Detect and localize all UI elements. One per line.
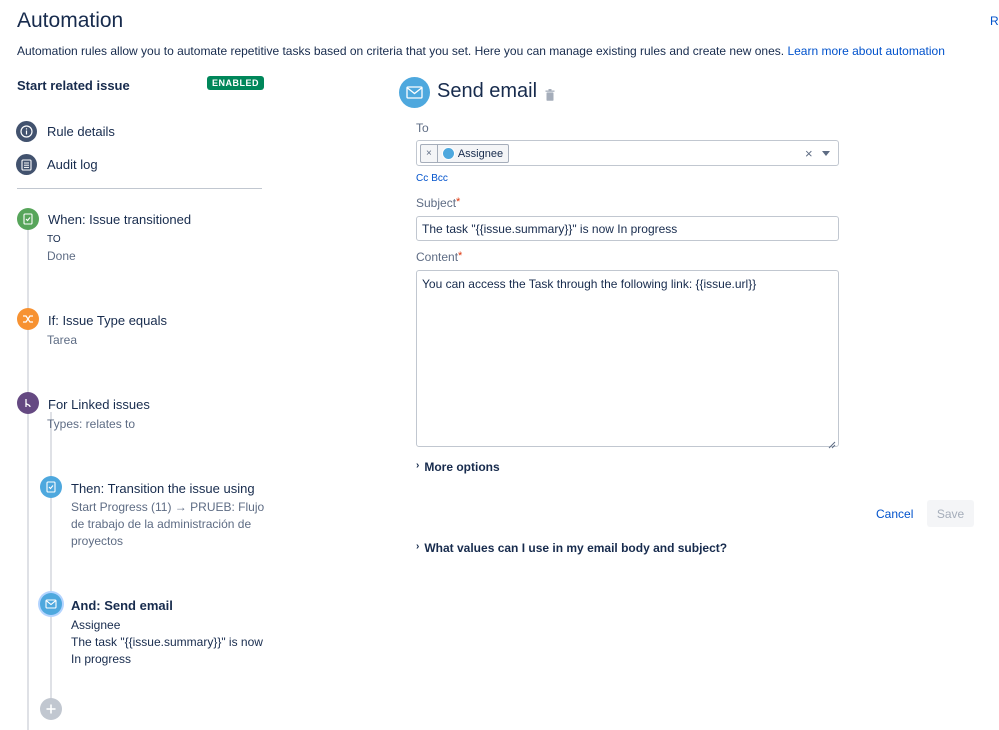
email-icon[interactable] — [40, 593, 62, 615]
values-help-label: What values can I use in my email body a… — [424, 541, 728, 555]
rule-details-link[interactable]: Rule details — [16, 121, 115, 142]
audit-log-label: Audit log — [47, 157, 98, 172]
transition-icon[interactable] — [40, 476, 62, 498]
trash-icon[interactable] — [545, 88, 555, 106]
required-mark: * — [456, 196, 461, 208]
cc-bcc-links: Cc Bcc — [416, 173, 451, 184]
recipient-field[interactable]: × Assignee × — [416, 140, 839, 166]
list-icon — [16, 154, 37, 175]
audit-log-link[interactable]: Audit log — [16, 154, 98, 175]
header-link[interactable]: R — [990, 14, 999, 28]
step-trigger-title[interactable]: When: Issue transitioned — [48, 212, 191, 227]
step-email-detail: Assignee The task "{{issue.summary}}" is… — [71, 617, 263, 668]
required-mark: * — [458, 250, 463, 262]
step-branch-title[interactable]: For Linked issues — [48, 397, 150, 412]
save-button[interactable]: Save — [927, 500, 974, 527]
clear-icon[interactable]: × — [805, 146, 813, 161]
page-title: Automation — [17, 9, 124, 32]
step-transition-line: Start Progress (11) → PRUEB: Flujo — [71, 500, 265, 514]
subject-input[interactable] — [416, 216, 839, 241]
subject-label-text: Subject — [416, 196, 457, 210]
step-trigger-label: TO — [47, 234, 61, 245]
step-transition-line: proyectos — [71, 534, 124, 548]
bcc-link[interactable]: Bcc — [431, 173, 448, 184]
status-badge: ENABLED — [207, 76, 265, 90]
values-help-toggle[interactable]: › What values can I use in my email body… — [416, 541, 727, 555]
more-options-label: More options — [424, 460, 500, 474]
step-email-line: The task "{{issue.summary}}" is now — [71, 635, 263, 649]
description-text: Automation rules allow you to automate r… — [17, 44, 785, 58]
learn-more-link[interactable]: Learn more about automation — [787, 44, 944, 58]
chip-remove-icon[interactable]: × — [421, 145, 438, 162]
rule-name: Start related issue — [17, 78, 130, 93]
step-condition-detail: Tarea — [47, 333, 78, 347]
step-email-line: Assignee — [71, 618, 121, 632]
page-description: Automation rules allow you to automate r… — [17, 44, 945, 58]
chevron-right-icon: › — [416, 541, 420, 552]
content-label-text: Content — [416, 250, 459, 264]
cc-link[interactable]: Cc — [416, 173, 428, 184]
panel-title: Send email — [437, 80, 538, 102]
timeline-line — [27, 228, 29, 730]
step-email-line: In progress — [71, 652, 132, 666]
sidebar-divider — [17, 188, 262, 189]
trigger-icon[interactable] — [17, 208, 39, 230]
rule-details-label: Rule details — [47, 124, 115, 139]
shuffle-icon[interactable] — [17, 308, 39, 330]
step-email-title[interactable]: And: Send email — [71, 598, 173, 613]
recipient-chip[interactable]: × Assignee — [420, 144, 510, 163]
content-textarea[interactable]: You can access the Task through the foll… — [416, 270, 839, 447]
step-branch-detail: Types: relates to — [47, 417, 136, 431]
avatar — [441, 147, 455, 160]
branch-icon[interactable] — [17, 392, 39, 414]
resize-handle-icon[interactable] — [827, 436, 836, 454]
step-condition-title[interactable]: If: Issue Type equals — [48, 313, 167, 328]
chevron-right-icon: › — [416, 460, 420, 471]
to-label: To — [416, 121, 429, 135]
add-step-button[interactable] — [40, 698, 62, 720]
content-label: Content* — [416, 250, 462, 264]
branch-line — [50, 412, 52, 704]
email-icon — [399, 77, 430, 108]
step-trigger-detail: Done — [47, 249, 76, 263]
plus-icon — [46, 704, 56, 714]
step-transition-detail: Start Progress (11) → PRUEB: Flujo de tr… — [71, 499, 264, 550]
step-transition-title[interactable]: Then: Transition the issue using — [71, 481, 255, 496]
cancel-button[interactable]: Cancel — [870, 503, 919, 525]
step-transition-line: de trabajo de la administración de — [71, 517, 252, 531]
recipient-chip-label: Assignee — [457, 147, 504, 160]
subject-label: Subject* — [416, 196, 460, 210]
more-options-toggle[interactable]: › More options — [416, 460, 500, 474]
info-icon — [16, 121, 37, 142]
chevron-down-icon[interactable] — [822, 151, 830, 156]
